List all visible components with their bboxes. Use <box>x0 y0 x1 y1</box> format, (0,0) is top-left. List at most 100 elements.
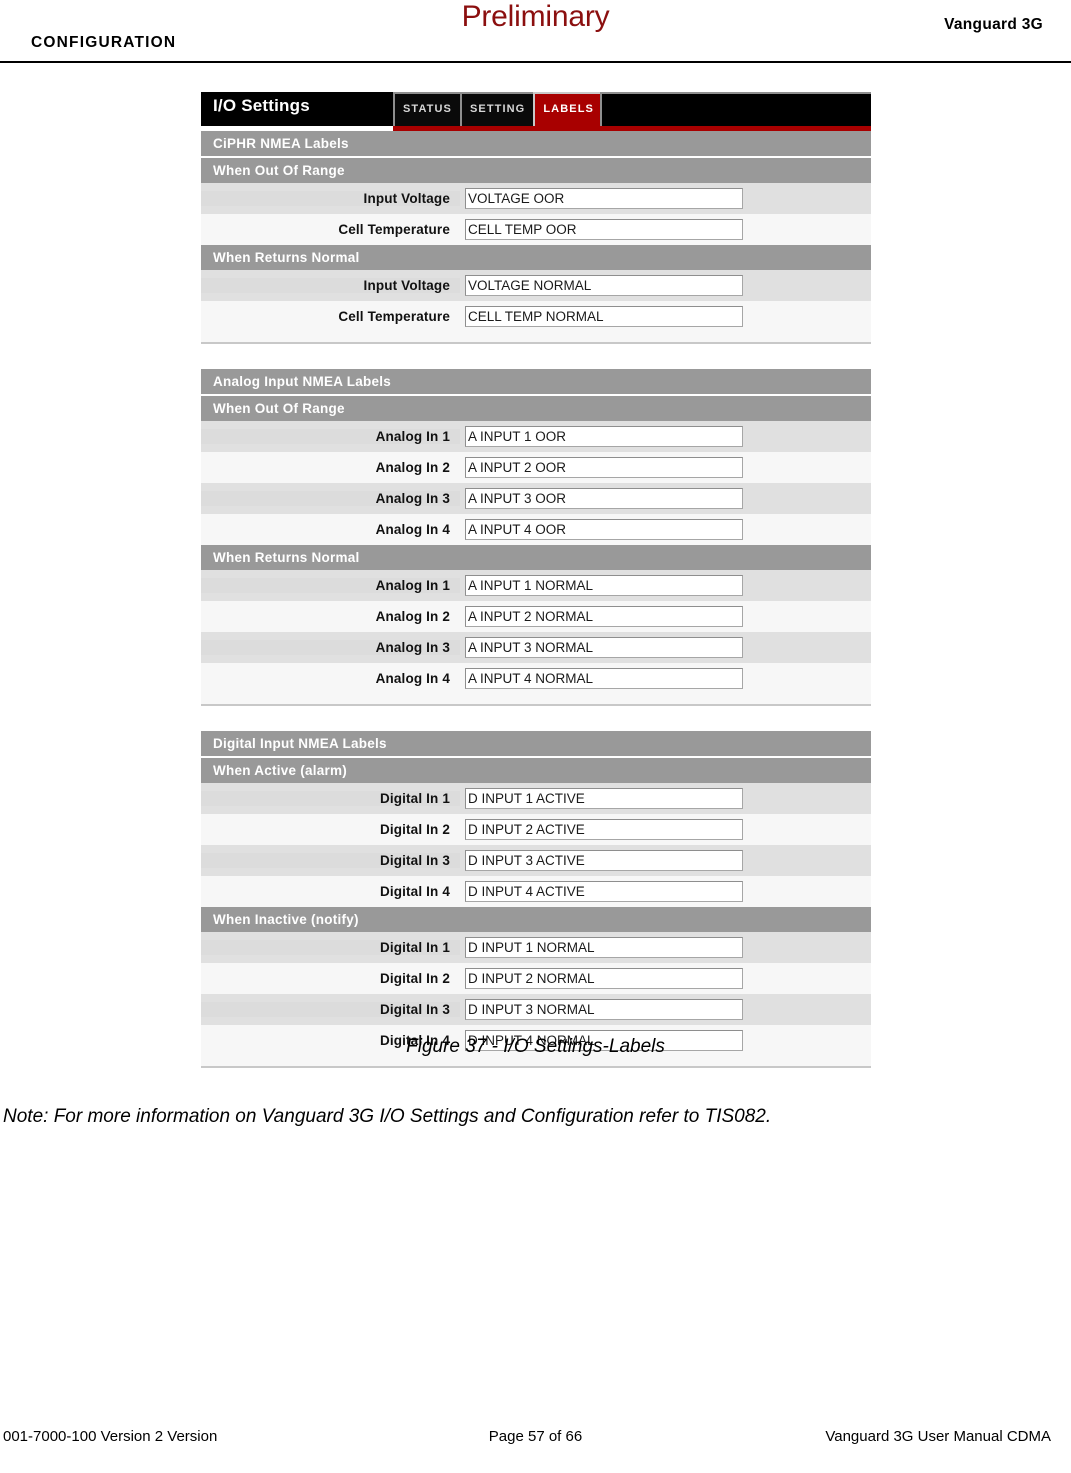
label-analog-in-4-normal[interactable] <box>465 668 743 689</box>
header-divider <box>0 61 1071 63</box>
label-input-cell-temp-oor[interactable] <box>465 219 743 240</box>
row-label: Analog In 4 <box>375 522 450 537</box>
row-label: Digital In 2 <box>379 971 450 986</box>
row-field <box>460 575 743 596</box>
row-field <box>460 668 743 689</box>
table-row: Digital In 2 <box>201 963 871 994</box>
row-label: Input Voltage <box>201 278 460 293</box>
tab-bar-filler <box>599 92 871 126</box>
table-row: Input Voltage <box>201 270 871 301</box>
panel-footer <box>201 332 871 344</box>
panel-analog-input: Analog Input NMEA Labels When Out Of Ran… <box>201 369 871 706</box>
table-row: Digital In 1 <box>201 783 871 814</box>
panel-title: I/O Settings <box>201 92 393 126</box>
row-label: Analog In 1 <box>201 578 460 593</box>
row-label: Analog In 1 <box>201 429 460 444</box>
figure-caption: Figure 37 - I/O Settings-Labels <box>406 1036 665 1057</box>
note-text: Note: For more information on Vanguard 3… <box>3 1106 772 1127</box>
label-digital-in-1-active[interactable] <box>465 788 743 809</box>
page-footer: 001-7000-100 Version 2 Version Page 57 o… <box>0 1428 1071 1473</box>
row-label: Digital In 1 <box>201 940 460 955</box>
group-heading-ciphr-oor: When Out Of Range <box>201 158 871 183</box>
row-field <box>460 519 743 540</box>
row-label: Analog In 2 <box>375 460 450 475</box>
table-row: Analog In 1 <box>201 421 871 452</box>
table-row: Digital In 3 <box>201 994 871 1025</box>
row-label: Cell Temperature <box>338 309 450 324</box>
row-label: Analog In 2 <box>375 609 450 624</box>
label-analog-in-4-oor[interactable] <box>465 519 743 540</box>
row-field <box>460 968 743 989</box>
row-label: Digital In 3 <box>201 853 460 868</box>
label-digital-in-4-active[interactable] <box>465 881 743 902</box>
label-analog-in-3-oor[interactable] <box>465 488 743 509</box>
row-field <box>460 606 743 627</box>
label-input-voltage-oor[interactable] <box>465 188 743 209</box>
label-digital-in-2-active[interactable] <box>465 819 743 840</box>
table-row: Analog In 3 <box>201 483 871 514</box>
table-row: Cell Temperature <box>201 214 871 245</box>
row-label: Digital In 1 <box>201 791 460 806</box>
section-heading-ciphr: CiPHR NMEA Labels <box>201 131 871 158</box>
group-heading-analog-normal: When Returns Normal <box>201 545 871 570</box>
preliminary-watermark: Preliminary <box>461 0 610 33</box>
row-field <box>460 937 743 958</box>
label-digital-in-2-normal[interactable] <box>465 968 743 989</box>
io-settings-figure: I/O Settings STATUS SETTING LABELS CiPHR… <box>201 92 871 1068</box>
table-row: Digital In 1 <box>201 932 871 963</box>
tab-labels[interactable]: LABELS <box>533 92 604 126</box>
group-heading-analog-oor: When Out Of Range <box>201 396 871 421</box>
row-label: Analog In 3 <box>201 640 460 655</box>
row-label: Digital In 2 <box>379 822 450 837</box>
row-label: Analog In 3 <box>201 491 460 506</box>
io-settings-titlebar: I/O Settings STATUS SETTING LABELS <box>201 92 871 126</box>
tab-status[interactable]: STATUS <box>393 92 462 126</box>
label-analog-in-2-normal[interactable] <box>465 606 743 627</box>
row-field <box>460 188 743 209</box>
table-row: Input Voltage <box>201 183 871 214</box>
table-row: Analog In 1 <box>201 570 871 601</box>
row-label: Analog In 4 <box>375 671 450 686</box>
row-field <box>460 637 743 658</box>
label-digital-in-1-normal[interactable] <box>465 937 743 958</box>
row-label: Digital In 4 <box>379 884 450 899</box>
label-digital-in-3-normal[interactable] <box>465 999 743 1020</box>
row-field <box>460 819 743 840</box>
panel-digital-input: Digital Input NMEA Labels When Active (a… <box>201 731 871 1068</box>
row-label: Cell Temperature <box>338 222 450 237</box>
label-input-voltage-normal[interactable] <box>465 275 743 296</box>
table-row: Analog In 2 <box>201 601 871 632</box>
label-digital-in-3-active[interactable] <box>465 850 743 871</box>
row-field <box>460 788 743 809</box>
footer-manual-title: Vanguard 3G User Manual CDMA <box>825 1428 1051 1445</box>
row-label: Input Voltage <box>201 191 460 206</box>
tab-setting[interactable]: SETTING <box>459 92 536 126</box>
page-header: Preliminary Vanguard 3G CONFIGURATION <box>0 0 1071 63</box>
table-row: Analog In 3 <box>201 632 871 663</box>
panel-footer <box>201 694 871 706</box>
group-heading-digital-active: When Active (alarm) <box>201 758 871 783</box>
row-field <box>460 426 743 447</box>
table-row: Digital In 4 <box>201 876 871 907</box>
section-heading-analog: Analog Input NMEA Labels <box>201 369 871 396</box>
header-section-title: CONFIGURATION <box>31 34 177 51</box>
group-heading-ciphr-normal: When Returns Normal <box>201 245 871 270</box>
row-field <box>460 275 743 296</box>
label-input-cell-temp-normal[interactable] <box>465 306 743 327</box>
label-analog-in-1-normal[interactable] <box>465 575 743 596</box>
panel-ciphr: I/O Settings STATUS SETTING LABELS CiPHR… <box>201 92 871 344</box>
tab-bar: STATUS SETTING LABELS <box>393 92 871 126</box>
label-analog-in-2-oor[interactable] <box>465 457 743 478</box>
row-field <box>460 219 743 240</box>
row-label: Digital In 3 <box>201 1002 460 1017</box>
row-field <box>460 999 743 1020</box>
row-field <box>460 881 743 902</box>
group-heading-digital-inactive: When Inactive (notify) <box>201 907 871 932</box>
label-analog-in-1-oor[interactable] <box>465 426 743 447</box>
row-field <box>460 850 743 871</box>
label-analog-in-3-normal[interactable] <box>465 637 743 658</box>
table-row: Analog In 4 <box>201 514 871 545</box>
section-heading-digital: Digital Input NMEA Labels <box>201 731 871 758</box>
table-row: Digital In 3 <box>201 845 871 876</box>
row-field <box>460 488 743 509</box>
